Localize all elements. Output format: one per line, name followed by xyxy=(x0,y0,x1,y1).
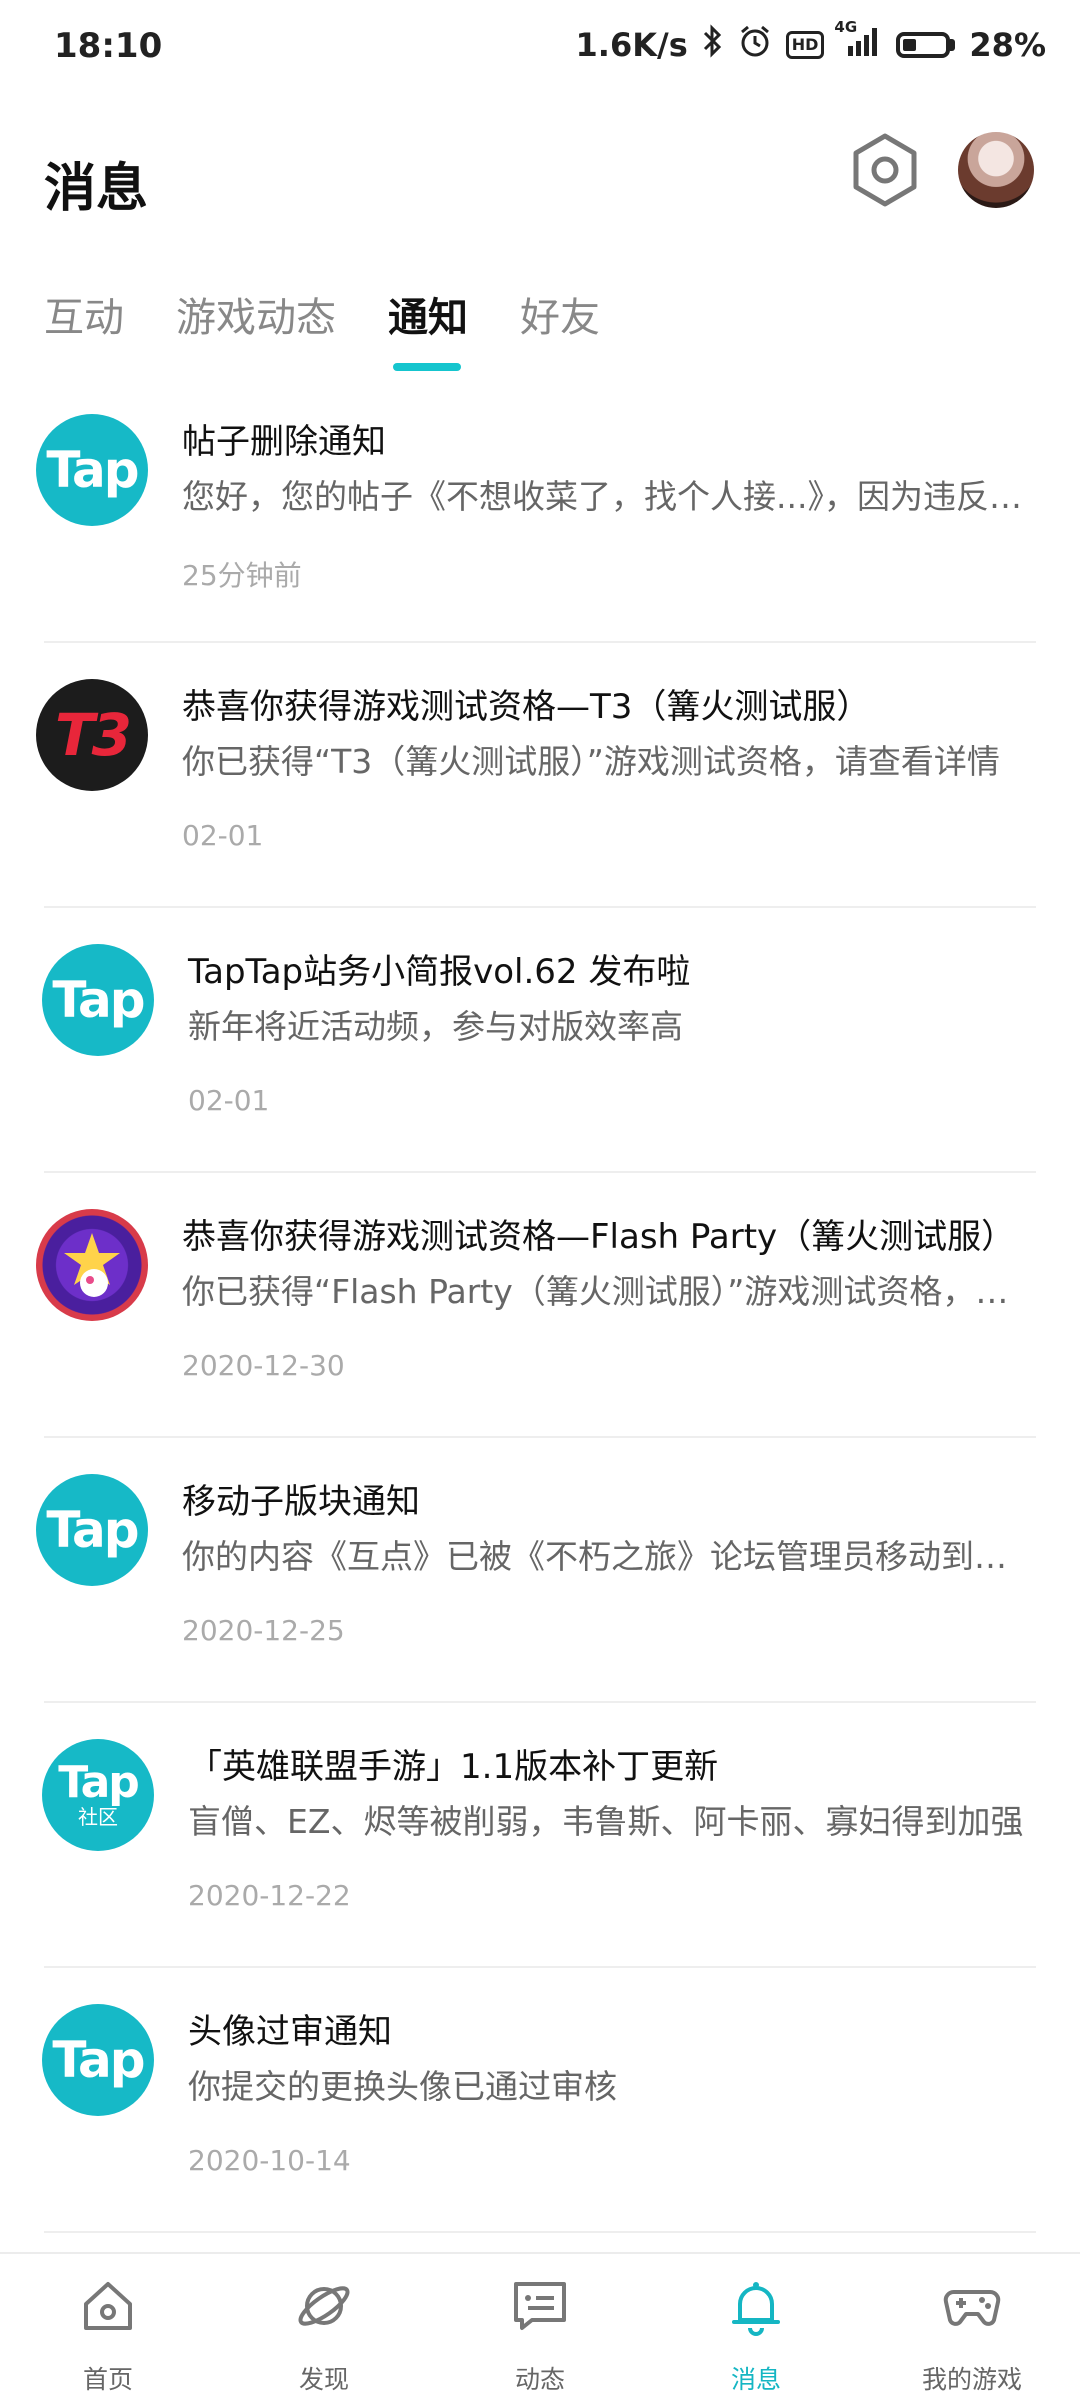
notification-desc: 你已获得“Flash Party（篝火测试服）”游戏测试资格，请查看详情 xyxy=(182,1272,1032,1311)
status-bar: 18:10 1.6K/s HD 4G 28% xyxy=(0,0,1080,96)
notification-time: 02-01 xyxy=(182,819,264,852)
nav-my-games[interactable]: 我的游戏 xyxy=(892,2254,1052,2402)
gamepad-icon xyxy=(943,2290,1001,2326)
notification-desc: 新年将近活动频，参与对版效率高 xyxy=(188,1007,683,1046)
tab-game-updates[interactable]: 游戏动态 xyxy=(176,285,336,343)
notification-item[interactable]: T3 恭喜你获得游戏测试资格—T3（篝火测试服） 你已获得“T3（篝火测试服）”… xyxy=(0,643,1080,908)
taptap-logo-icon: Tap xyxy=(42,944,154,1056)
notification-item[interactable]: Tap 移动子版块通知 你的内容《互点》已被《不朽之旅》论坛管理员移动到其他版块… xyxy=(0,1438,1080,1703)
status-icons: 1.6K/s HD 4G 28% xyxy=(575,18,1046,66)
tab-friends[interactable]: 好友 xyxy=(520,285,600,343)
notification-desc: 盲僧、EZ、烬等被削弱，韦鲁斯、阿卡丽、寡妇得到加强 xyxy=(188,1802,1024,1841)
net-speed: 1.6K/s xyxy=(575,26,688,64)
notification-item[interactable]: Tap 头像过审通知 你提交的更换头像已通过审核 2020-10-14 xyxy=(0,1968,1080,2233)
tab-bar: 互动 游戏动态 通知 好友 xyxy=(0,275,1080,375)
notification-item[interactable]: Tap 社区 「英雄联盟手游」1.1版本补丁更新 盲僧、EZ、烬等被削弱，韦鲁斯… xyxy=(0,1703,1080,1968)
discover-planet-icon xyxy=(298,2286,350,2326)
tab-notifications[interactable]: 通知 xyxy=(388,285,468,343)
bell-icon xyxy=(732,2282,780,2336)
battery-percent: 28% xyxy=(969,26,1046,64)
status-time: 18:10 xyxy=(54,26,163,66)
network-type: 4G xyxy=(834,18,858,36)
notification-time: 2020-12-30 xyxy=(182,1349,345,1382)
flash-party-game-icon xyxy=(36,1209,148,1321)
notification-title: 移动子版块通知 xyxy=(182,1482,420,1522)
nav-messages[interactable]: 消息 xyxy=(676,2254,836,2402)
nav-feed[interactable]: 动态 xyxy=(460,2254,620,2402)
taptap-logo-icon: Tap xyxy=(36,1474,148,1586)
battery-icon xyxy=(896,32,956,58)
taptap-logo-icon: Tap xyxy=(42,2004,154,2116)
settings-hexagon-icon[interactable] xyxy=(850,130,920,210)
notification-item[interactable]: Tap TapTap站务小简报vol.62 发布啦 新年将近活动频，参与对版效率… xyxy=(0,908,1080,1173)
notification-time: 25分钟前 xyxy=(182,559,302,592)
notification-desc: 你提交的更换头像已通过审核 xyxy=(188,2067,617,2106)
bluetooth-icon xyxy=(702,24,724,66)
notification-time: 02-01 xyxy=(188,1084,270,1117)
bottom-nav: 首页 发现 动态 消息 我的游戏 xyxy=(0,2252,1080,2402)
notification-title: 头像过审通知 xyxy=(188,2012,392,2052)
avatar[interactable] xyxy=(958,132,1034,208)
notification-title: 「英雄联盟手游」1.1版本补丁更新 xyxy=(188,1747,719,1787)
divider xyxy=(44,2231,1036,2233)
notification-desc: 你已获得“T3（篝火测试服）”游戏测试资格，请查看详情 xyxy=(182,742,1000,781)
notification-time: 2020-12-25 xyxy=(182,1614,345,1647)
notification-desc: 你的内容《互点》已被《不朽之旅》论坛管理员移动到其他版块 xyxy=(182,1537,1032,1576)
feed-chat-icon xyxy=(514,2282,566,2330)
home-icon xyxy=(84,2282,132,2330)
notification-title: 恭喜你获得游戏测试资格—Flash Party（篝火测试服） xyxy=(182,1217,1016,1257)
tab-active-indicator xyxy=(393,363,461,371)
notification-title: 恭喜你获得游戏测试资格—T3（篝火测试服） xyxy=(182,687,871,727)
notification-title: TapTap站务小简报vol.62 发布啦 xyxy=(188,952,691,992)
notification-item[interactable]: 恭喜你获得游戏测试资格—Flash Party（篝火测试服） 你已获得“Flas… xyxy=(0,1173,1080,1438)
header: 消息 xyxy=(0,120,1080,240)
taptap-community-icon: Tap 社区 xyxy=(42,1739,154,1851)
notification-item[interactable]: Tap 帖子删除通知 您好，您的帖子《不想收菜了，找个人接...》，因为违反社区… xyxy=(0,378,1080,643)
notification-title: 帖子删除通知 xyxy=(182,422,386,462)
taptap-logo-icon: Tap xyxy=(36,414,148,526)
notification-desc: 您好，您的帖子《不想收菜了，找个人接...》，因为违反社区规定已被删除 xyxy=(182,477,1032,516)
nav-discover[interactable]: 发现 xyxy=(244,2254,404,2402)
page-title: 消息 xyxy=(44,159,149,219)
signal-icon: 4G xyxy=(834,18,882,64)
t3-game-icon: T3 xyxy=(36,679,148,791)
hd-icon: HD xyxy=(785,31,825,59)
alarm-icon xyxy=(738,24,772,66)
nav-home[interactable]: 首页 xyxy=(28,2254,188,2402)
notification-time: 2020-12-22 xyxy=(188,1879,351,1912)
tab-interaction[interactable]: 互动 xyxy=(44,285,124,343)
notification-time: 2020-10-14 xyxy=(188,2144,351,2177)
